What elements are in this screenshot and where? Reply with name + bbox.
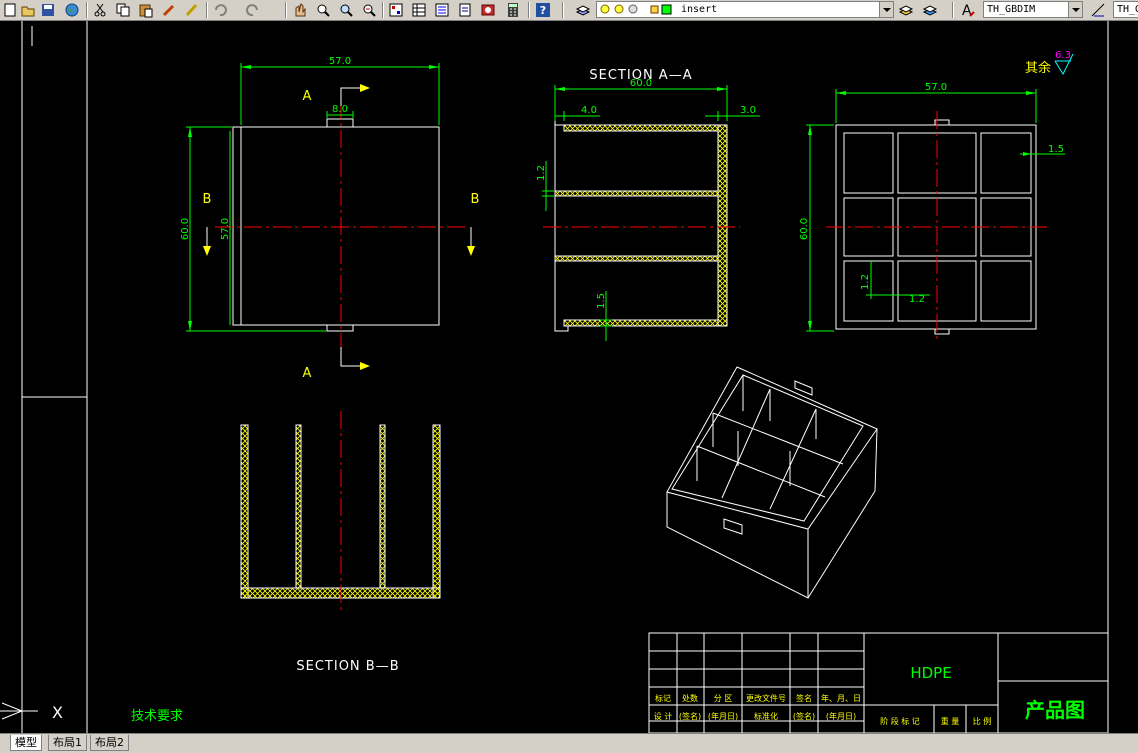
top-dim-wall: 1.5 (1048, 144, 1064, 155)
layout-tabs: 模型 布局1 布局2 (0, 733, 1138, 753)
section-aa-dim-left: 4.0 (581, 105, 597, 116)
properties-icon[interactable] (388, 2, 404, 18)
surface-roughness-symbol: 其余 6.3 (1025, 50, 1074, 76)
section-aa-dim-bottom: 1.5 (596, 293, 607, 309)
tb-row2-5: (年月日) (826, 711, 856, 721)
front-dim-tab: 8.0 (332, 104, 348, 115)
top-view: 57.0 60.0 1.5 1.2 1.2 (799, 82, 1065, 343)
tb-row1-4: 签名 (796, 693, 812, 703)
roughness-value: 6.3 (1055, 50, 1071, 61)
open-file-icon[interactable] (20, 2, 36, 18)
tb-row1-2: 分 区 (714, 694, 733, 703)
front-dim-width: 57.0 (329, 56, 351, 67)
tb-row1-1: 处数 (682, 693, 698, 703)
tb-row2-4: (签名) (793, 711, 815, 721)
tb-stage-mark: 阶 段 标 记 (880, 716, 920, 726)
tool-palettes-icon[interactable] (434, 2, 450, 18)
new-file-icon[interactable] (2, 2, 18, 18)
redo-icon[interactable] (245, 2, 261, 18)
svg-text:?: ? (540, 4, 546, 17)
text-style-dropdown-arrow-icon[interactable] (1068, 2, 1082, 17)
front-label-b-left: B (203, 192, 212, 207)
sheet-set-icon[interactable] (457, 2, 473, 18)
tb-row2-0: 设 计 (654, 711, 673, 721)
tb-weight: 重 量 (941, 716, 960, 726)
top-dim-rib-h: 1.2 (909, 294, 925, 305)
tb-scale: 比 例 (973, 716, 992, 726)
tb-row2-1: (签名) (679, 711, 701, 721)
section-aa-dim-width: 60.0 (630, 78, 652, 89)
text-style-value: TH_GBDIM (987, 4, 1036, 15)
isometric-view (666, 366, 878, 599)
tb-row1-5: 年、月、日 (821, 693, 861, 703)
title-block: HDPE 产品图 标记 处数 分 区 更改文件号 签名 年、月、日 设 计 (签… (648, 632, 1109, 733)
tb-row1-3: 更改文件号 (746, 693, 786, 703)
section-bb-title: SECTION B—B (296, 659, 399, 674)
roughness-label: 其余 (1025, 60, 1051, 76)
zoom-window-icon[interactable] (338, 2, 354, 18)
ucs-x-label: X (52, 703, 63, 722)
front-label-b-right: B (471, 192, 480, 207)
zoom-previous-icon[interactable] (361, 2, 377, 18)
calculator-icon[interactable] (505, 2, 521, 18)
front-dim-height: 60.0 (180, 218, 191, 240)
title-material: HDPE (910, 664, 951, 682)
dimension-style-icon[interactable] (1090, 2, 1106, 18)
save-icon[interactable] (40, 2, 56, 18)
top-dim-width: 57.0 (925, 82, 947, 93)
layer-name: insert (681, 4, 718, 15)
top-dim-height: 60.0 (799, 218, 810, 240)
section-bb-view: SECTION B—B (240, 411, 441, 674)
top-dim-rib-v: 1.2 (860, 274, 871, 290)
front-view: 57.0 8.0 60.0 57.0 A A B B (180, 56, 479, 381)
drawing-canvas[interactable]: 57.0 8.0 60.0 57.0 A A B B SECTION A—A 6… (0, 21, 1138, 733)
section-aa-dim-wall: 1.2 (536, 165, 547, 181)
front-dim-inner: 57.0 (220, 218, 231, 240)
text-style-dropdown[interactable]: TH_GBDIM (983, 1, 1083, 18)
tab-layout2[interactable]: 布局2 (90, 735, 129, 751)
markup-icon[interactable] (480, 2, 496, 18)
section-aa-view: SECTION A—A 60.0 4.0 3.0 1.2 1.5 (536, 68, 760, 341)
front-label-a-top: A (303, 89, 312, 104)
dimension-style-dropdown[interactable]: TH_G (1113, 1, 1138, 18)
front-label-a-bottom: A (303, 366, 312, 381)
text-style-icon[interactable]: A (960, 2, 976, 18)
copy-icon[interactable] (115, 2, 131, 18)
title-drawing-name: 产品图 (1025, 698, 1085, 722)
design-center-icon[interactable] (411, 2, 427, 18)
match-properties-icon[interactable] (161, 2, 177, 18)
section-aa-dim-right: 3.0 (740, 105, 756, 116)
tab-model[interactable]: 模型 (10, 735, 42, 751)
layer-state-icons (600, 4, 672, 15)
layer-dropdown-arrow-icon[interactable] (879, 2, 893, 17)
help-icon[interactable]: ? (535, 2, 551, 18)
tb-row2-2: (年月日) (708, 711, 738, 721)
tb-row2-3: 标准化 (754, 711, 778, 721)
zoom-realtime-icon[interactable] (315, 2, 331, 18)
dimension-style-value: TH_G (1117, 4, 1138, 15)
make-layer-current-icon[interactable] (898, 2, 914, 18)
standard-toolbar: ? insert A TH_GBDIM TH_G (0, 0, 1138, 21)
publish-globe-icon[interactable] (64, 2, 80, 18)
tab-layout1[interactable]: 布局1 (48, 735, 87, 751)
technical-requirements-label: 技术要求 (131, 709, 183, 724)
paste-icon[interactable] (138, 2, 154, 18)
layer-properties-icon[interactable] (575, 2, 591, 18)
layer-dropdown[interactable]: insert (596, 1, 894, 18)
block-editor-icon[interactable] (184, 2, 200, 18)
pan-icon[interactable] (292, 2, 308, 18)
cut-icon[interactable] (92, 2, 108, 18)
layer-previous-icon[interactable] (922, 2, 938, 18)
undo-icon[interactable] (212, 2, 228, 18)
ucs-icon: X (0, 702, 63, 722)
tb-row1-0: 标记 (655, 693, 671, 703)
